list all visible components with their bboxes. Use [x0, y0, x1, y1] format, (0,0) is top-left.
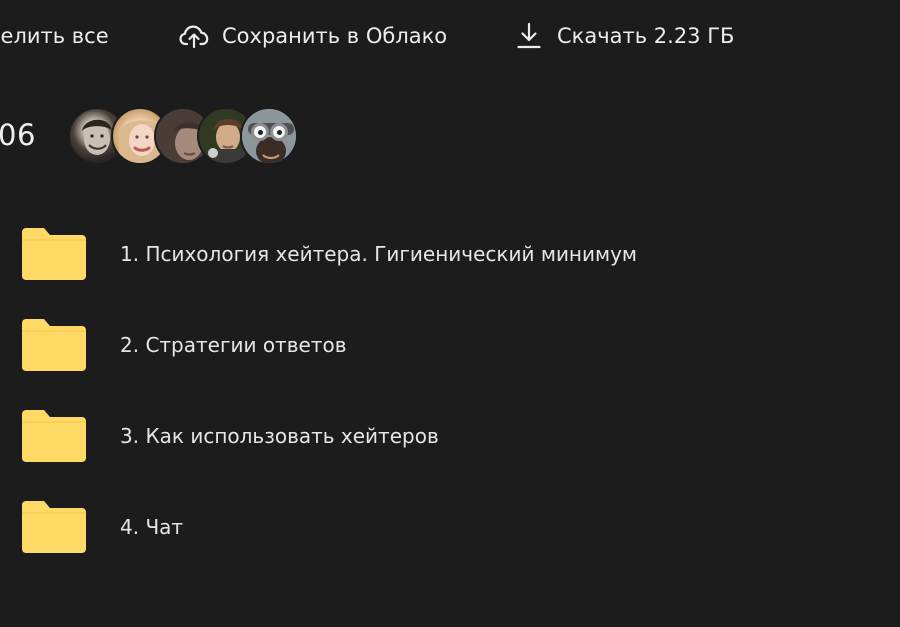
folder-row[interactable]: 2. Стратегии ответов [0, 300, 900, 390]
select-all-button[interactable]: делить все [0, 24, 109, 48]
cloud-upload-icon [178, 20, 210, 52]
folder-icon [22, 319, 86, 371]
save-to-cloud-label: Сохранить в Облако [222, 24, 448, 48]
avatar-group[interactable] [68, 107, 308, 167]
download-button[interactable]: Скачать 2.23 ГБ [513, 20, 734, 52]
page: делить все Сохранить в Облако Скачать 2.… [0, 0, 900, 627]
download-icon [513, 20, 545, 52]
folder-icon [22, 410, 86, 462]
folder-icon [22, 228, 86, 280]
folder-count: 06 [0, 118, 36, 152]
folder-row[interactable]: 3. Как использовать хейтеров [0, 391, 900, 481]
select-all-label: делить все [0, 24, 109, 48]
folder-name: 2. Стратегии ответов [120, 333, 347, 357]
goggle-left [251, 123, 269, 141]
folder-name: 4. Чат [120, 515, 184, 539]
folder-icon [22, 501, 86, 553]
avatar[interactable] [240, 107, 298, 165]
save-to-cloud-button[interactable]: Сохранить в Облако [178, 20, 447, 52]
folder-row[interactable]: 4. Чат [0, 482, 900, 572]
download-label: Скачать 2.23 ГБ [557, 24, 735, 48]
goggle-right [270, 123, 288, 141]
folder-name: 3. Как использовать хейтеров [120, 424, 439, 448]
folder-row[interactable]: 1. Психология хейтера. Гигиенический мин… [0, 209, 900, 299]
folder-name: 1. Психология хейтера. Гигиенический мин… [120, 242, 638, 266]
